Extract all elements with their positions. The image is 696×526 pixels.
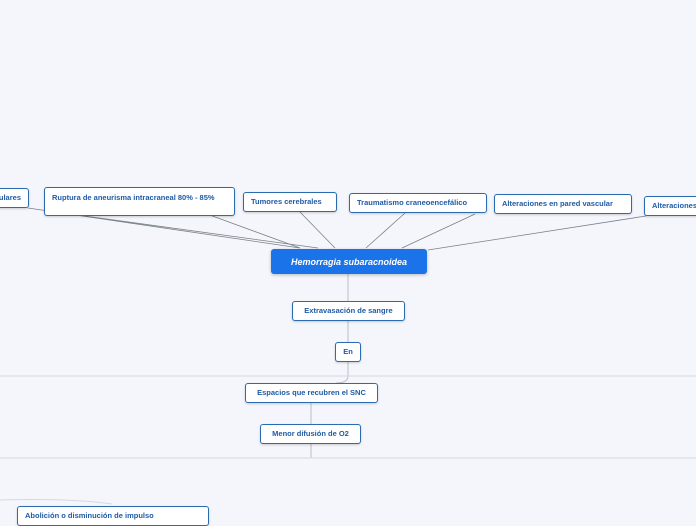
- connector-line: [365, 212, 406, 249]
- node-label: Extravasación de sangre: [304, 306, 393, 315]
- cause-node[interactable]: Alteraciones en pared vascular: [494, 194, 632, 214]
- cause-node[interactable]: Alteraciones: [644, 196, 696, 216]
- chain-node[interactable]: Extravasación de sangre: [292, 301, 405, 321]
- cause-node[interactable]: Ruptura de aneurisma intracraneal 80% - …: [44, 187, 235, 216]
- cause-node[interactable]: Tumores cerebrales: [243, 192, 337, 212]
- node-label: Alteraciones en pared vascular: [502, 199, 613, 208]
- node-label: Menor difusión de O2: [272, 429, 349, 438]
- node-label: Tumores cerebrales: [251, 197, 322, 206]
- chain-node[interactable]: Abolición o disminución de impulso: [17, 506, 209, 526]
- node-label: Ruptura de aneurisma intracraneal 80% - …: [52, 193, 215, 202]
- node-label: Alteraciones: [652, 201, 696, 210]
- chain-node[interactable]: En: [335, 342, 361, 362]
- chain-node[interactable]: Menor difusión de O2: [260, 424, 361, 444]
- node-label: En: [343, 347, 353, 356]
- cause-node[interactable]: Traumatismo craneoencefálico: [349, 193, 487, 213]
- chain-node[interactable]: Espacios que recubren el SNC: [245, 383, 378, 403]
- node-label: Alteraciones vasculares: [0, 193, 21, 202]
- connector-line: [299, 211, 336, 249]
- connector-line: [69, 213, 319, 249]
- node-label: Traumatismo craneoencefálico: [357, 198, 468, 207]
- connector-line: [206, 213, 301, 249]
- connector-line: [335, 362, 349, 384]
- connector-line: [401, 213, 476, 249]
- mind-map-canvas: Alteraciones vasculares Ruptura de aneur…: [0, 0, 696, 526]
- root-label: Hemorragia subaracnoidea: [290, 256, 408, 267]
- connector-line: [0, 499, 113, 505]
- node-label: Espacios que recubren el SNC: [257, 388, 366, 397]
- cause-node[interactable]: Alteraciones vasculares: [0, 188, 29, 208]
- root-node[interactable]: Hemorragia subaracnoidea: [271, 249, 427, 274]
